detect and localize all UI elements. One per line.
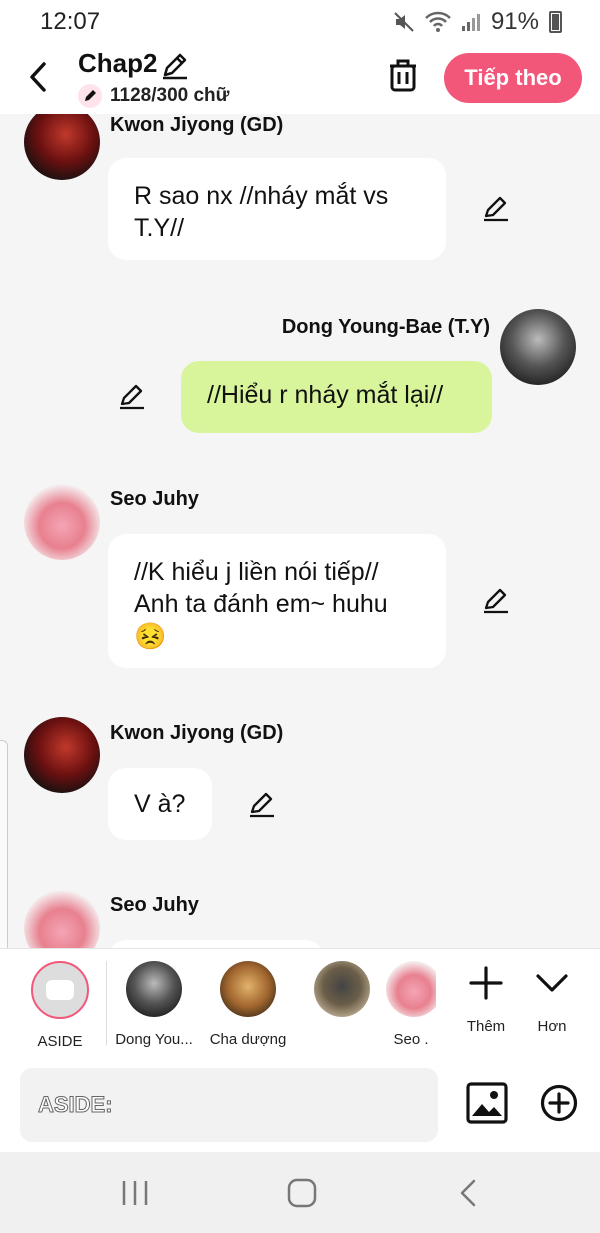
avatar <box>386 961 436 1017</box>
character-name: Dong Young-Bae (T.Y) <box>281 316 490 338</box>
message-input[interactable] <box>20 1068 438 1142</box>
plus-circle-icon[interactable] <box>540 1084 578 1122</box>
character-aside[interactable]: ASIDE <box>14 961 106 1050</box>
plus-icon <box>469 966 503 1000</box>
edit-icon[interactable] <box>118 382 146 410</box>
back-button[interactable] <box>24 60 54 94</box>
character-item[interactable]: Dong You... <box>108 961 200 1048</box>
character-bar: ASIDE Dong You... Cha dượng Seo . Thêm H… <box>0 948 600 1058</box>
character-label: Cha dượng <box>209 1031 287 1048</box>
message-text: //K hiểu j liền nói tiếp// Anh ta đánh e… <box>134 558 388 618</box>
message-bubble[interactable]: //Hiểu r nháy mắt lại// <box>181 361 492 433</box>
character-name: Seo Juhy <box>110 488 199 510</box>
input-bar <box>0 1058 600 1152</box>
avatar <box>314 961 370 1017</box>
message-bubble[interactable]: R sao nx //nháy mắt vs T.Y// <box>108 158 446 260</box>
word-count-text: 1128/300 chữ <box>110 85 230 106</box>
chapter-title[interactable]: Chap2 <box>78 48 157 79</box>
avatar <box>126 961 182 1017</box>
battery-level: 91% <box>490 8 539 35</box>
scroll-handle[interactable] <box>0 740 8 970</box>
message-bubble[interactable]: //K hiểu j liền nói tiếp// Anh ta đánh e… <box>108 534 446 668</box>
pencil-icon <box>78 84 102 108</box>
avatar <box>220 961 276 1017</box>
avatar[interactable] <box>24 114 100 180</box>
character-item[interactable]: Cha dượng <box>202 961 294 1048</box>
home-icon[interactable] <box>285 1178 319 1208</box>
word-count: 1128/300 chữ <box>78 84 229 108</box>
aside-icon <box>31 961 89 1019</box>
edit-icon[interactable] <box>248 790 276 818</box>
avatar[interactable] <box>24 890 100 948</box>
wifi-icon <box>425 11 451 32</box>
signal-icon <box>461 14 480 31</box>
character-item[interactable]: Seo . <box>386 961 436 1048</box>
status-time: 12:07 <box>40 8 101 35</box>
recent-apps-icon[interactable] <box>118 1178 152 1208</box>
message-bubble[interactable]: V à? <box>108 768 212 840</box>
chevron-down-icon <box>536 974 568 992</box>
system-nav-bar <box>0 1152 600 1233</box>
add-label: Thêm <box>466 1018 506 1035</box>
avatar[interactable] <box>500 309 576 385</box>
emoji: 😣 <box>134 621 167 651</box>
pencil-icon[interactable] <box>160 50 190 80</box>
avatar[interactable] <box>24 717 100 793</box>
status-bar: 12:07 91% <box>0 0 600 42</box>
chat-area[interactable]: Kwon Jiyong (GD) R sao nx //nháy mắt vs … <box>0 114 600 948</box>
character-name: Kwon Jiyong (GD) <box>110 722 284 744</box>
character-name: Seo Juhy <box>110 894 199 916</box>
character-name: Kwon Jiyong (GD) <box>110 114 284 136</box>
status-icons: 91% <box>393 8 562 36</box>
character-item[interactable] <box>296 961 388 1031</box>
add-character-button[interactable]: Thêm <box>456 965 516 1035</box>
more-label: Hơn <box>537 1018 567 1035</box>
message-bubble[interactable] <box>108 940 324 948</box>
image-icon[interactable] <box>466 1082 508 1124</box>
next-button[interactable]: Tiếp theo <box>444 53 582 103</box>
edit-icon[interactable] <box>482 586 510 614</box>
avatar[interactable] <box>24 484 100 560</box>
divider <box>106 961 107 1045</box>
battery-icon <box>549 11 562 33</box>
character-label: ASIDE <box>37 1033 83 1050</box>
edit-icon[interactable] <box>482 194 510 222</box>
character-label: Seo . <box>393 1031 429 1048</box>
mute-icon <box>394 12 414 32</box>
trash-button[interactable] <box>386 56 420 94</box>
more-button[interactable]: Hơn <box>522 965 582 1035</box>
editor-header: Chap2 1128/300 chữ Tiếp theo <box>0 42 600 114</box>
character-label: Dong You... <box>115 1031 193 1048</box>
back-nav-icon[interactable] <box>452 1178 486 1208</box>
